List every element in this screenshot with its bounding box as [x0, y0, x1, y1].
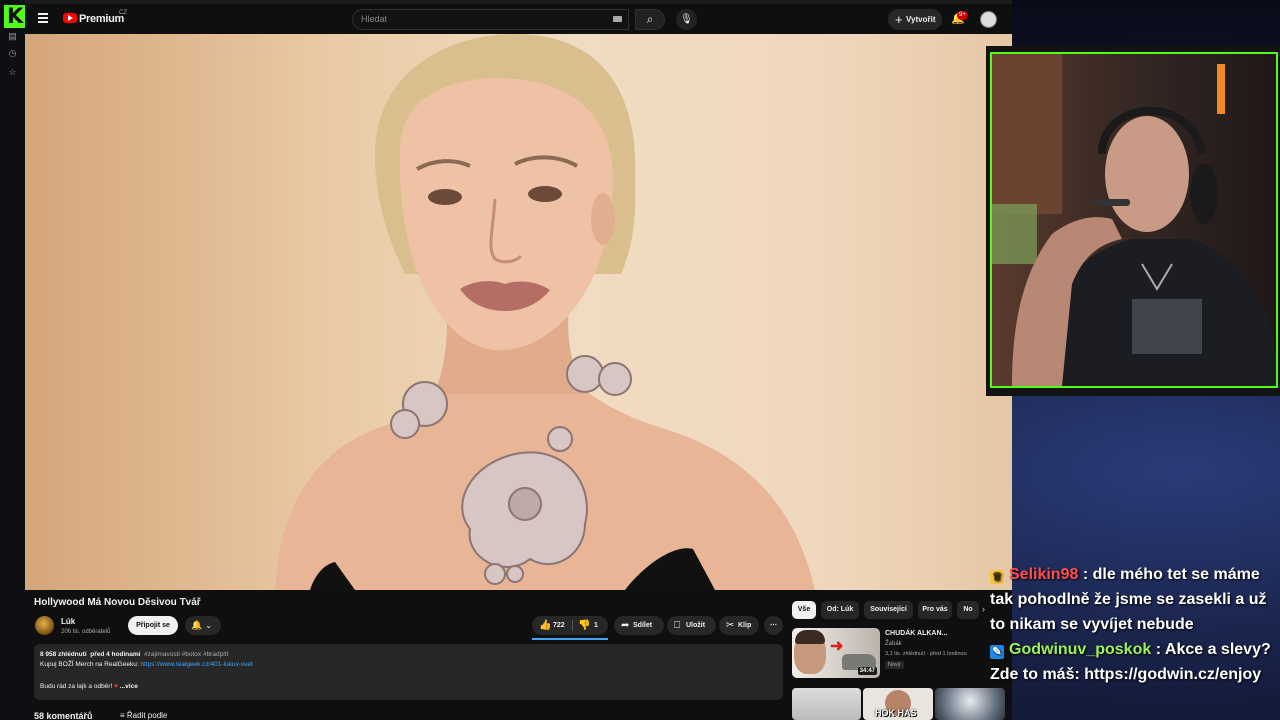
merch-link[interactable]: https://www.realgeek.cz/401-lukuv-svet — [140, 661, 252, 668]
keyboard-icon[interactable] — [613, 16, 622, 22]
video-frame-image — [275, 34, 815, 590]
video-player[interactable] — [25, 34, 1012, 590]
search-icon: ⌕ — [646, 12, 654, 26]
recommended-channel[interactable]: Žabák — [885, 641, 902, 647]
region-label: CZ — [119, 10, 127, 16]
share-button[interactable]: ➦ Sdílet — [614, 616, 664, 635]
thumbs-down-icon[interactable]: 👎 — [578, 616, 590, 635]
webcam-feed — [990, 52, 1278, 388]
bookmark-icon: ⎕ — [674, 620, 680, 631]
recommended-video[interactable]: ➜ 34:47 CHUDÁK ALKAN... Žabák 3,1 tis. z… — [792, 628, 1002, 680]
browse-icon[interactable]: ▤ — [7, 31, 18, 42]
star-icon[interactable]: ☆ — [7, 67, 18, 78]
subscription-bell-button[interactable]: 🔔 ⌄ — [185, 616, 221, 635]
description-box[interactable]: 8 958 zhlédnutí před 4 hodinami #zajimav… — [34, 644, 783, 700]
recommended-title[interactable]: CHUDÁK ALKAN... — [885, 630, 947, 637]
streamer-image — [992, 54, 1276, 386]
channel-avatar[interactable] — [35, 616, 54, 635]
like-count[interactable]: 722 — [553, 616, 565, 635]
chat-username: Selikin98 — [1009, 566, 1079, 583]
save-label: Uložit — [686, 622, 706, 629]
chevron-right-icon[interactable]: › — [982, 604, 985, 614]
chip-from-channel[interactable]: Od: Lúk — [821, 601, 859, 619]
channel-name[interactable]: Lúk — [61, 617, 75, 626]
recommended-meta: 3,1 tis. zhlédnutí · před 1 hodinou — [885, 651, 967, 657]
video-duration: 34:47 — [857, 667, 877, 675]
youtube-logo-icon[interactable] — [63, 13, 77, 23]
chip-for-you[interactable]: Pro vás — [918, 601, 952, 619]
heart-icon: ♥ — [114, 683, 118, 690]
hashtags[interactable]: #zajimavosti #botox #bradpitt — [144, 651, 228, 658]
clip-button[interactable]: ✂ Klip — [719, 616, 759, 635]
bell-icon: 🔔 — [191, 620, 203, 630]
sort-label: Řadit podle — [126, 711, 168, 720]
save-button[interactable]: ⎕ Uložit — [667, 616, 716, 635]
merch-line: Kupuj BOŽÍ Merch na RealGeeku: https://w… — [40, 661, 253, 668]
divider — [572, 620, 573, 631]
stream-overlay: K ▤ ◷ ☆ Premium CZ Hledat ⌕ 🎙 Vytvořit 🔔… — [0, 0, 1280, 720]
chip-all[interactable]: Vše — [792, 601, 816, 619]
search-input[interactable]: Hledat — [352, 9, 629, 30]
recommended-thumbnail-2[interactable] — [792, 688, 861, 720]
like-dislike-group: 👍 722 👎 1 — [532, 616, 608, 635]
thumbs-up-icon[interactable]: 👍 — [539, 616, 551, 635]
more-icon: ⋯ — [770, 622, 777, 629]
recommended-thumbnail-3[interactable]: HOK HAS — [863, 688, 933, 720]
like-ratio-bar — [532, 638, 608, 640]
more-actions-button[interactable]: ⋯ — [764, 616, 783, 635]
history-icon[interactable]: ◷ — [7, 48, 18, 59]
video-thumbnail[interactable]: ➜ 34:47 — [792, 628, 880, 678]
view-count: 8 958 zhlédnutí — [40, 651, 87, 658]
bot-icon: ✎ — [990, 645, 1004, 659]
dislike-count[interactable]: 1 — [594, 616, 598, 635]
youtube-premium-label[interactable]: Premium — [79, 13, 124, 25]
chat-message: ♛ Selikin98 : dle mého tet se máme tak po… — [990, 562, 1278, 637]
masthead: Premium CZ Hledat ⌕ 🎙 Vytvořit 🔔 9+ — [25, 4, 1012, 34]
chat-username: Godwinuv_poskok — [1009, 641, 1152, 658]
notifications-badge: 9+ — [957, 11, 968, 20]
voice-search-icon[interactable]: 🎙 — [676, 9, 697, 30]
recommended-thumbnail-4[interactable] — [935, 688, 1005, 720]
chevron-down-icon: ⌄ — [205, 621, 212, 630]
show-more-link[interactable]: ...více — [120, 683, 138, 690]
menu-icon[interactable] — [38, 13, 48, 23]
thumbnail-text: HOK HAS — [875, 708, 917, 718]
join-button[interactable]: Připojit se — [128, 616, 178, 635]
cta-line: Budu rád za lajk a odběr! ♥ ...více — [40, 683, 138, 690]
youtube-watch-page: Premium CZ Hledat ⌕ 🎙 Vytvořit 🔔 9+ — [25, 0, 1012, 720]
thumbnail-arrow-icon: ➜ — [830, 638, 844, 655]
share-label: Sdílet — [633, 622, 653, 629]
crown-icon: ♛ — [990, 570, 1004, 584]
subscriber-count: 206 tis. odběratelů — [61, 629, 111, 635]
upload-time: před 4 hodinami — [90, 651, 141, 658]
clip-label: Klip — [738, 622, 752, 629]
description-stats: 8 958 zhlédnutí před 4 hodinami #zajimav… — [40, 651, 228, 658]
account-avatar[interactable] — [980, 11, 997, 28]
chat-message: ✎ Godwinuv_poskok : Akce a slevy? Zde to … — [990, 637, 1278, 687]
new-badge: Nový — [885, 661, 904, 669]
chip-new[interactable]: No — [957, 601, 979, 619]
search-button[interactable]: ⌕ — [635, 9, 665, 30]
cta-text: Budu rád za lajk a odběr! — [40, 683, 113, 690]
kick-logo-icon[interactable]: K — [4, 5, 26, 28]
sort-icon: ≡ — [120, 711, 125, 720]
create-button[interactable]: Vytvořit — [888, 9, 942, 30]
video-title: Hollywood Má Novou Děsivou Tvář — [34, 597, 201, 608]
thumbnail-hair — [795, 630, 825, 644]
scissors-icon: ✂ — [726, 620, 735, 631]
kick-sidebar: K ▤ ◷ ☆ — [0, 0, 26, 720]
comment-count: 58 komentářů — [34, 711, 93, 720]
search-placeholder: Hledat — [361, 14, 388, 24]
sort-comments-button[interactable]: ≡ Řadit podle — [120, 711, 167, 720]
share-icon: ➦ — [621, 620, 630, 631]
chip-related[interactable]: Související — [864, 601, 913, 619]
chat-overlay: ♛ Selikin98 : dle mého tet se máme tak po… — [990, 562, 1278, 687]
merch-text: Kupuj BOŽÍ Merch na RealGeeku: — [40, 661, 139, 668]
